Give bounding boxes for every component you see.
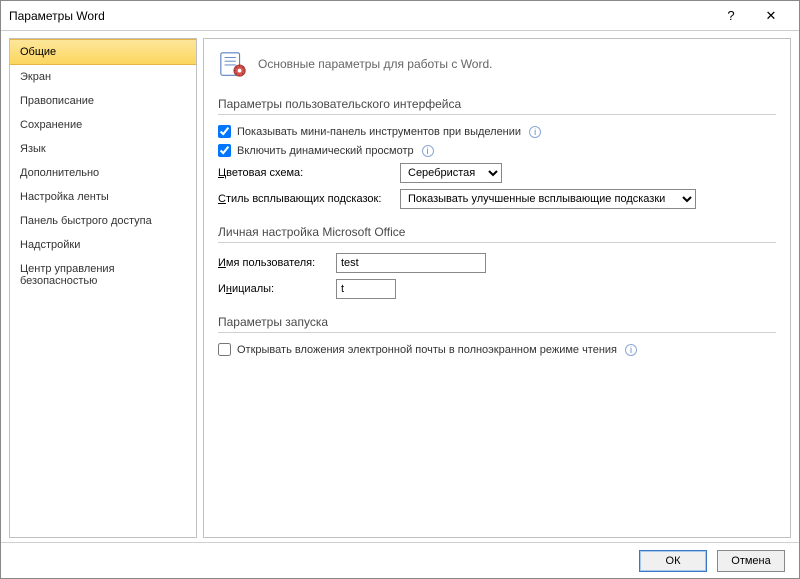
- titlebar: Параметры Word ? ✕: [1, 1, 799, 31]
- sidebar-item-3[interactable]: Сохранение: [10, 113, 196, 137]
- row-livepreview: Включить динамический просмотр i: [218, 144, 776, 157]
- label-tooltipstyle: Стиль всплывающих подсказок:: [218, 193, 394, 205]
- info-icon[interactable]: i: [625, 344, 637, 356]
- close-button[interactable]: ✕: [751, 1, 791, 31]
- label-livepreview: Включить динамический просмотр: [237, 145, 414, 157]
- row-colorscheme: Цветовая схема: Серебристая: [218, 163, 776, 183]
- sidebar-item-5[interactable]: Дополнительно: [10, 161, 196, 185]
- main-area: ОбщиеЭкранПравописаниеСохранениеЯзыкДопо…: [1, 31, 799, 542]
- checkbox-fullscreenread[interactable]: [218, 343, 231, 356]
- checkbox-minipanel[interactable]: [218, 125, 231, 138]
- sidebar-item-2[interactable]: Правописание: [10, 89, 196, 113]
- sidebar-item-8[interactable]: Надстройки: [10, 233, 196, 257]
- sidebar-item-9[interactable]: Центр управления безопасностью: [10, 257, 196, 293]
- footer: ОК Отмена: [1, 542, 799, 578]
- sidebar-item-4[interactable]: Язык: [10, 137, 196, 161]
- cancel-button[interactable]: Отмена: [717, 550, 785, 572]
- section-personal-title: Личная настройка Microsoft Office: [218, 225, 776, 243]
- sidebar-item-1[interactable]: Экран: [10, 65, 196, 89]
- ok-button[interactable]: ОК: [639, 550, 707, 572]
- input-initials[interactable]: [336, 279, 396, 299]
- select-colorscheme[interactable]: Серебристая: [400, 163, 502, 183]
- info-icon[interactable]: i: [529, 126, 541, 138]
- checkbox-livepreview[interactable]: [218, 144, 231, 157]
- label-fullscreenread: Открывать вложения электронной почты в п…: [237, 344, 617, 356]
- row-username: Имя пользователя:: [218, 253, 776, 273]
- select-tooltipstyle[interactable]: Показывать улучшенные всплывающие подска…: [400, 189, 696, 209]
- sidebar-item-6[interactable]: Настройка ленты: [10, 185, 196, 209]
- section-ui: Параметры пользовательского интерфейса П…: [218, 97, 776, 209]
- sidebar-item-7[interactable]: Панель быстрого доступа: [10, 209, 196, 233]
- section-ui-title: Параметры пользовательского интерфейса: [218, 97, 776, 115]
- section-personal: Личная настройка Microsoft Office Имя по…: [218, 225, 776, 299]
- sidebar: ОбщиеЭкранПравописаниеСохранениеЯзыкДопо…: [9, 38, 197, 538]
- window-title: Параметры Word: [9, 9, 711, 23]
- content-header: Основные параметры для работы с Word.: [218, 49, 776, 79]
- section-startup: Параметры запуска Открывать вложения эле…: [218, 315, 776, 356]
- content-heading: Основные параметры для работы с Word.: [258, 57, 493, 71]
- input-username[interactable]: [336, 253, 486, 273]
- row-minipanel: Показывать мини-панель инструментов при …: [218, 125, 776, 138]
- row-tooltipstyle: Стиль всплывающих подсказок: Показывать …: [218, 189, 776, 209]
- label-initials: Инициалы:: [218, 283, 330, 295]
- row-fullscreenread: Открывать вложения электронной почты в п…: [218, 343, 776, 356]
- label-colorscheme: Цветовая схема:: [218, 167, 394, 179]
- row-initials: Инициалы:: [218, 279, 776, 299]
- sidebar-item-0[interactable]: Общие: [10, 39, 196, 65]
- label-username: Имя пользователя:: [218, 257, 330, 269]
- content-panel: Основные параметры для работы с Word. Па…: [203, 38, 791, 538]
- options-icon: [218, 49, 248, 79]
- info-icon[interactable]: i: [422, 145, 434, 157]
- help-button[interactable]: ?: [711, 1, 751, 31]
- label-minipanel: Показывать мини-панель инструментов при …: [237, 126, 521, 138]
- section-startup-title: Параметры запуска: [218, 315, 776, 333]
